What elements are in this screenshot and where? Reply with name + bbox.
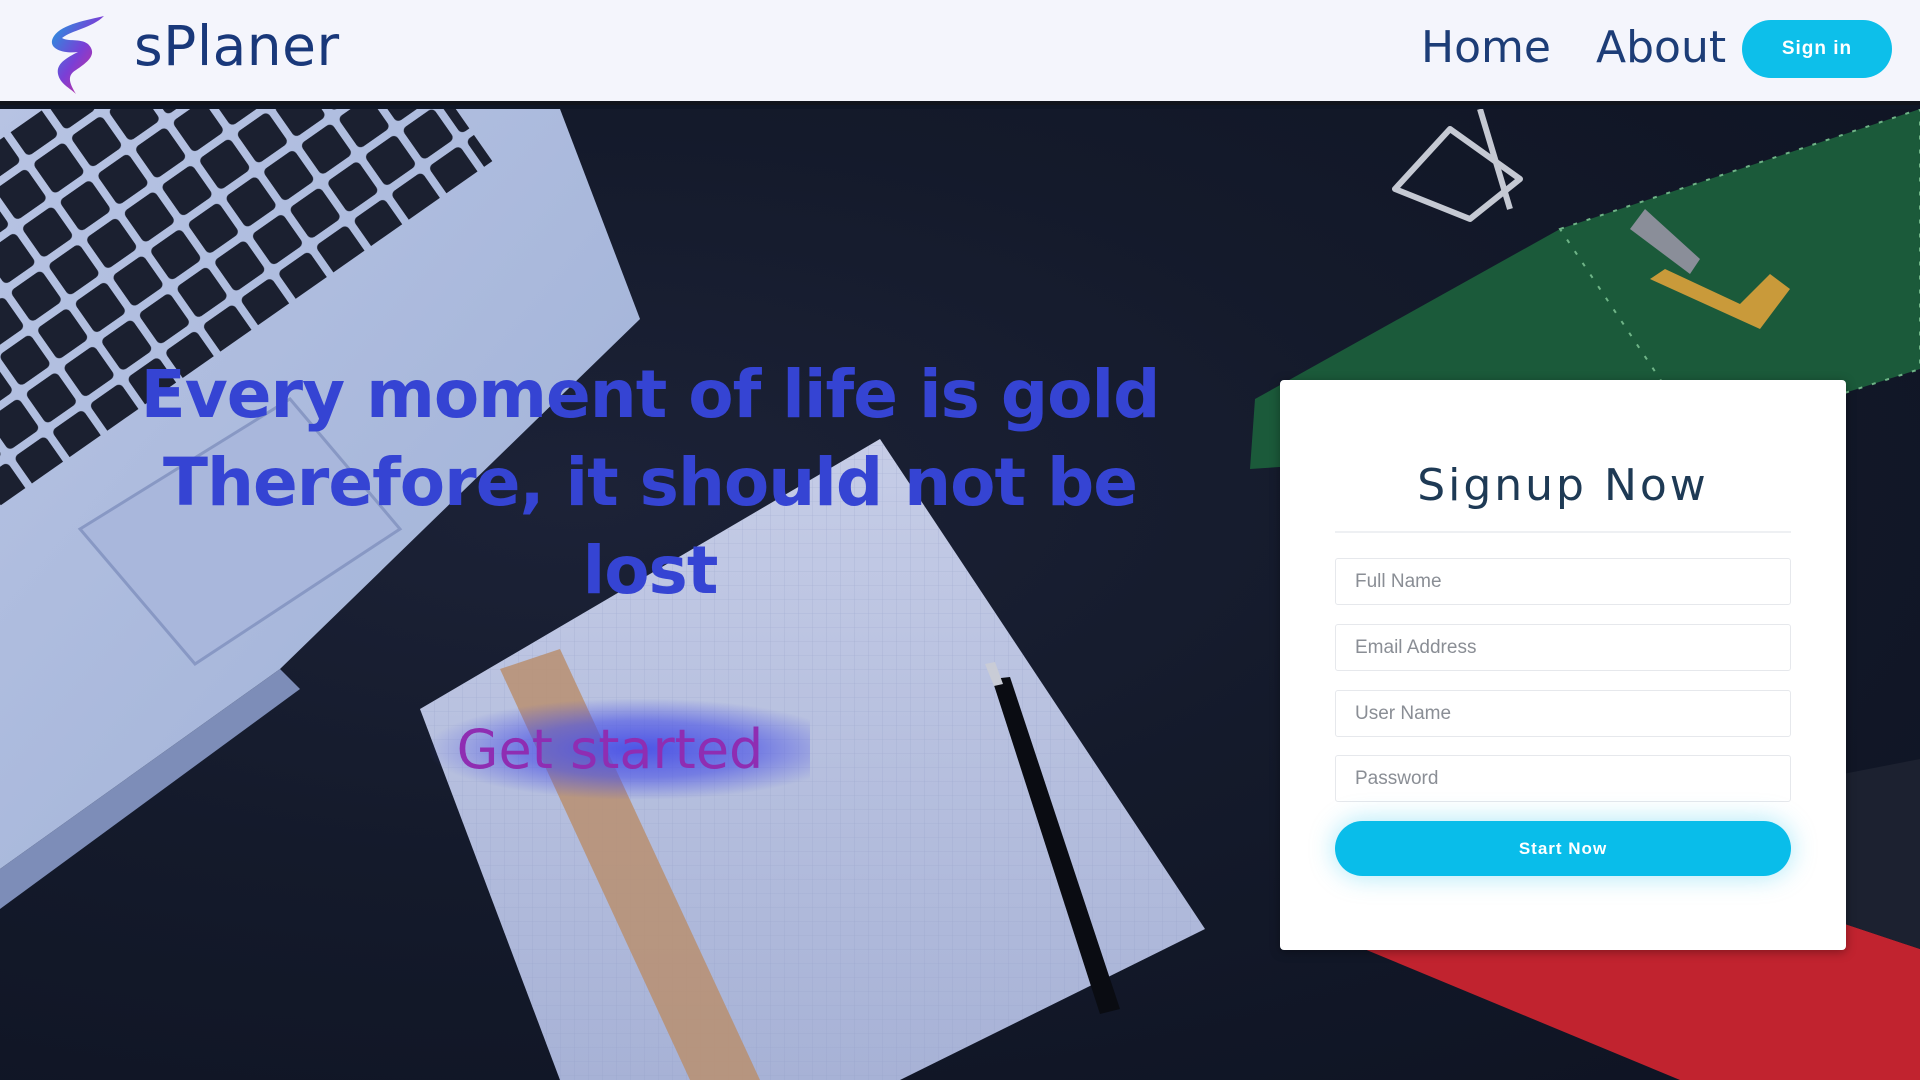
signup-divider [1335,531,1791,533]
signup-title: Signup Now [1417,460,1709,511]
top-navbar: sPlaner Home About Sign in [0,0,1920,105]
signup-form: Signup Now Start Now [1280,380,1846,950]
hero-headline-line-2: Therefore, it should not be lost [163,444,1138,609]
hero-headline: Every moment of life is gold Therefore, … [130,351,1170,615]
splaner-logo-icon[interactable] [48,14,110,96]
password-field[interactable] [1335,755,1791,802]
nav-about-link[interactable]: About [1596,22,1726,73]
username-field[interactable] [1335,690,1791,737]
nav-home-link[interactable]: Home [1421,22,1551,73]
email-field[interactable] [1335,624,1791,671]
full-name-field[interactable] [1335,558,1791,605]
hero-section: Every moment of life is gold Therefore, … [0,109,1920,1080]
sign-in-button[interactable]: Sign in [1742,20,1892,78]
brand-name[interactable]: sPlaner [134,14,340,78]
start-now-button[interactable]: Start Now [1335,821,1791,876]
get-started-button[interactable]: Get started [430,699,810,799]
hero-headline-line-1: Every moment of life is gold [140,356,1161,433]
get-started-label: Get started [456,717,764,781]
